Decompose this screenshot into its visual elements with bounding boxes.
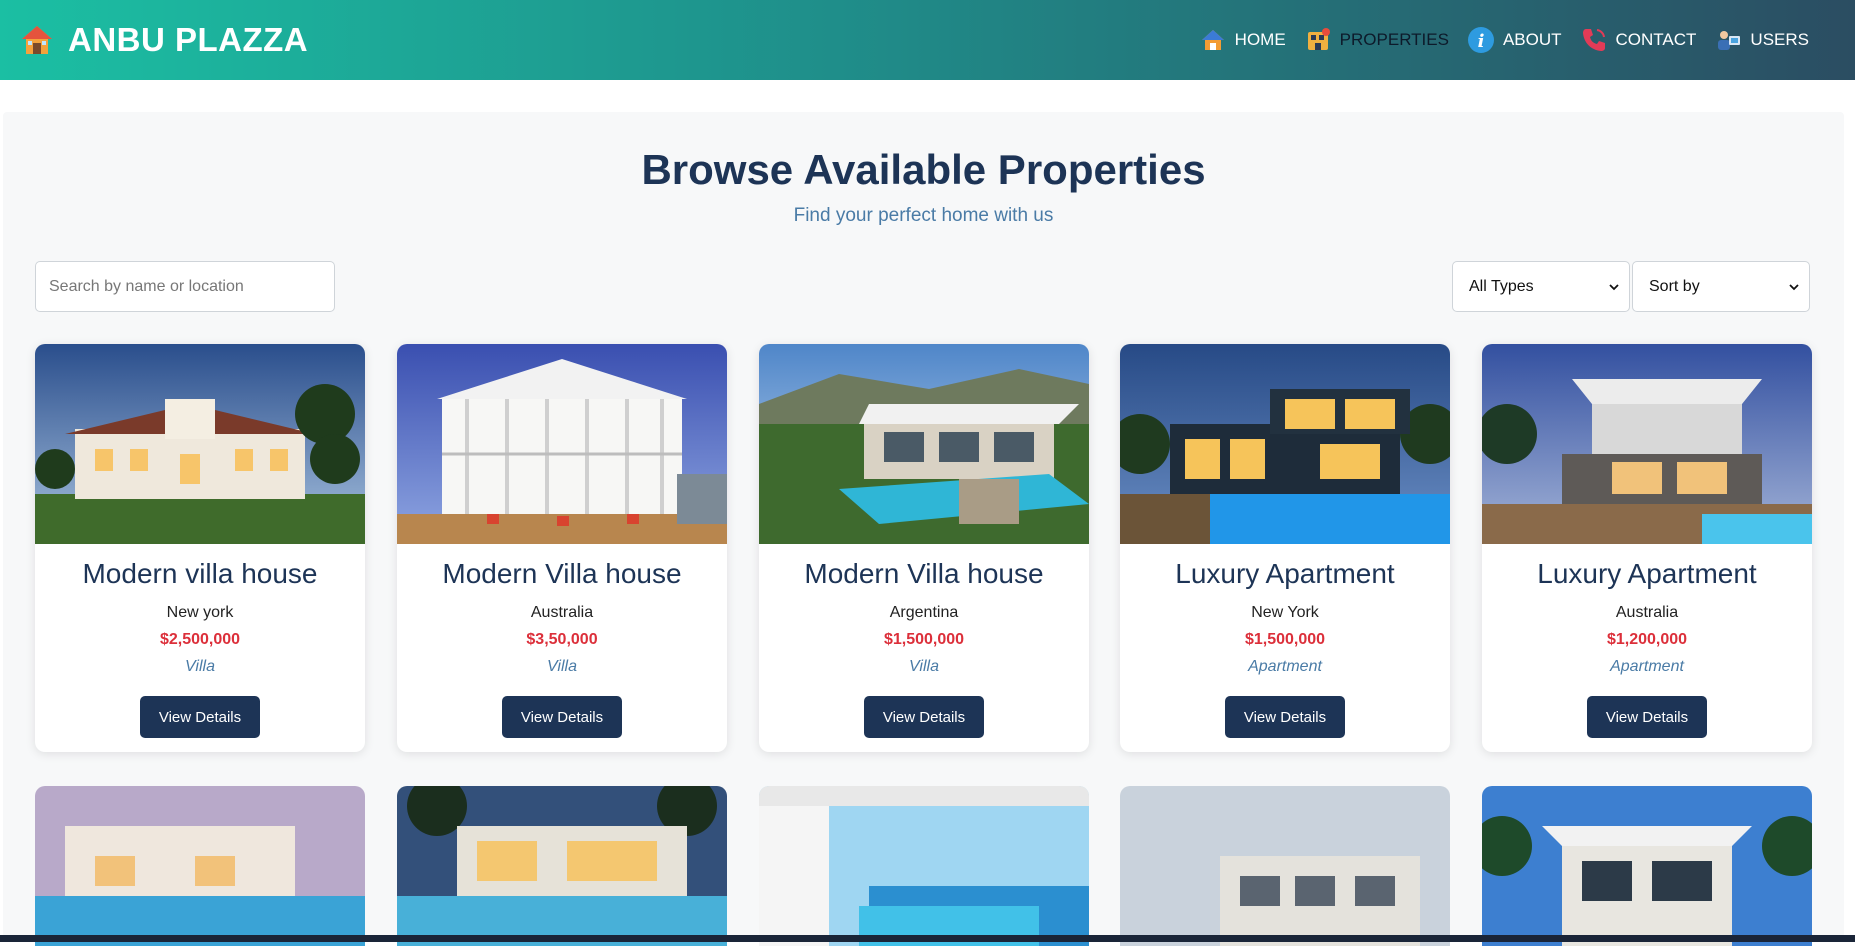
nav-contact-label: CONTACT [1615,30,1697,49]
property-type: Villa [547,658,577,675]
info-icon: i [1467,27,1494,53]
top-navbar: ANBU PLAZZA HOME PROPERTIES i ABOUT CONT… [0,0,1855,80]
property-photo[interactable] [1482,786,1812,946]
property-type: Villa [909,658,939,675]
nav-home-label: HOME [1234,30,1286,49]
property-photo[interactable] [759,344,1089,544]
search-input[interactable] [35,261,335,312]
property-card: Modern Villa house Australia $3,50,000 V… [397,344,727,752]
property-name: Modern Villa house [804,558,1044,589]
property-price: $2,500,000 [159,631,241,648]
view-details-button[interactable]: View Details [864,696,984,738]
sort-select[interactable]: Sort by [1632,261,1810,312]
bottom-edge [0,935,1855,942]
type-filter-select[interactable]: All Types [1452,261,1630,312]
property-photo[interactable] [35,344,365,544]
property-price: $1,200,000 [1606,631,1688,648]
property-photo[interactable] [397,344,727,544]
property-location: Australia [1615,604,1679,621]
property-photo[interactable] [1120,344,1450,544]
chevron-down-icon [1789,283,1799,290]
nav-properties[interactable]: PROPERTIES [1304,26,1449,54]
property-name: Luxury Apartment [1537,558,1757,589]
property-name: Luxury Apartment [1175,558,1395,589]
property-card-partial [1482,786,1812,946]
nav-about[interactable]: i ABOUT [1467,26,1562,54]
view-details-button[interactable]: View Details [1225,696,1345,738]
type-filter-value: All Types [1469,277,1534,295]
property-location: New york [166,604,234,621]
nav-users-label: USERS [1750,30,1809,49]
brand-title: ANBU PLAZZA [68,21,309,58]
property-location: Australia [530,604,594,621]
property-card: Luxury Apartment New York $1,500,000 Apa… [1120,344,1450,752]
property-card: Modern Villa house Argentina $1,500,000 … [759,344,1089,752]
property-type: Apartment [1248,658,1322,675]
property-type: Villa [185,658,215,675]
view-details-button[interactable]: View Details [502,696,622,738]
property-photo[interactable] [759,786,1089,946]
properties-icon [1307,28,1330,50]
property-photo[interactable] [1482,344,1812,544]
property-price: $1,500,000 [1244,631,1326,648]
phone-icon [1582,29,1605,51]
svg-text:i: i [1478,31,1485,52]
nav-contact[interactable]: CONTACT [1580,26,1697,54]
property-card: Luxury Apartment Australia $1,200,000 Ap… [1482,344,1812,752]
main-nav: HOME PROPERTIES i ABOUT CONTACT USERS [1199,26,1809,54]
property-card-partial [397,786,727,946]
house-logo-icon [22,26,52,54]
property-photo[interactable] [35,786,365,946]
property-type: Apartment [1610,658,1684,675]
property-name: Modern villa house [82,558,318,589]
nav-properties-label: PROPERTIES [1339,30,1449,49]
nav-users[interactable]: USERS [1714,26,1809,54]
users-icon [1718,31,1741,50]
property-photo[interactable] [397,786,727,946]
property-card-partial [1120,786,1450,946]
property-location: New York [1251,604,1319,621]
nav-home[interactable]: HOME [1199,26,1286,54]
property-card-partial [35,786,365,946]
sort-value: Sort by [1649,277,1700,295]
chevron-down-icon [1609,283,1619,290]
property-name: Modern Villa house [442,558,682,589]
property-price: $3,50,000 [526,631,598,648]
property-price: $1,500,000 [883,631,965,648]
home-icon [1201,30,1224,50]
property-photo[interactable] [1120,786,1450,946]
property-card: Modern villa house New york $2,500,000 V… [35,344,365,752]
property-location: Argentina [889,604,959,621]
property-card-partial [759,786,1089,946]
brand[interactable]: ANBU PLAZZA [20,21,308,59]
view-details-button[interactable]: View Details [140,696,260,738]
page-title: Browse Available Properties [641,146,1206,193]
page-subtitle: Find your perfect home with us [793,205,1054,226]
view-details-button[interactable]: View Details [1587,696,1707,738]
nav-about-label: ABOUT [1502,30,1562,49]
